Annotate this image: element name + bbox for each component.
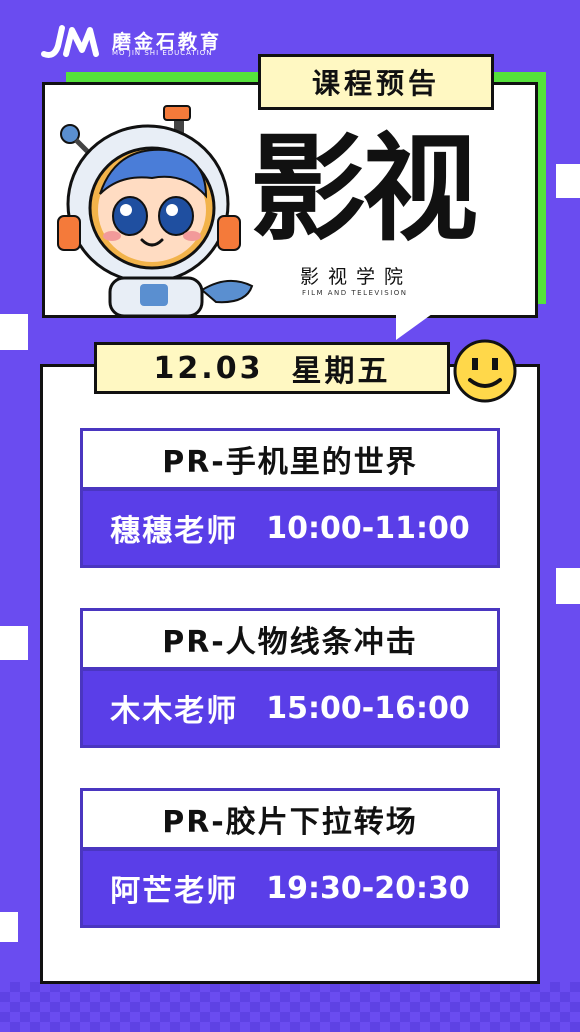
- smiley-icon: [453, 339, 517, 403]
- deco-square: [556, 164, 580, 198]
- course-card: PR-人物线条冲击 木木老师 15:00-16:00: [80, 608, 500, 750]
- date-badge: 12.03 星期五: [94, 342, 450, 394]
- course-info: 阿芒老师 19:30-20:30: [80, 848, 500, 928]
- subtitle-cn: 影视学院: [300, 266, 413, 288]
- course-time: 15:00-16:00: [266, 690, 470, 726]
- course-time: 10:00-11:00: [266, 510, 470, 546]
- date-day: 12.03: [153, 350, 264, 386]
- course-title: PR-胶片下拉转场: [80, 788, 500, 850]
- brand-name-en: MO JIN SHI EDUCATION: [112, 49, 213, 57]
- deco-square: [556, 568, 580, 604]
- course-info: 穗穗老师 10:00-11:00: [80, 488, 500, 568]
- course-teacher: 木木老师: [110, 694, 239, 729]
- deco-square: [0, 912, 18, 942]
- course-title: PR-手机里的世界: [80, 428, 500, 490]
- speech-tail: [396, 314, 432, 340]
- astronaut-mascot: [57, 105, 254, 318]
- course-title: PR-人物线条冲击: [80, 608, 500, 670]
- course-teacher: 穗穗老师: [110, 514, 239, 549]
- deco-square: [0, 314, 28, 350]
- deco-square: [0, 626, 28, 660]
- course-info: 木木老师 15:00-16:00: [80, 668, 500, 748]
- preview-tag: 课程预告: [258, 54, 494, 110]
- course-time: 19:30-20:30: [266, 870, 470, 906]
- checker-pattern: [0, 982, 580, 1032]
- course-teacher: 阿芒老师: [110, 874, 239, 909]
- date-weekday: 星期五: [291, 354, 391, 389]
- jm-logo-icon: [41, 25, 99, 58]
- subtitle-en: FILM AND TELEVISION: [302, 289, 408, 297]
- main-title: 影视: [250, 122, 478, 257]
- course-card: PR-手机里的世界 穗穗老师 10:00-11:00: [80, 428, 500, 570]
- course-card: PR-胶片下拉转场 阿芒老师 19:30-20:30: [80, 788, 500, 930]
